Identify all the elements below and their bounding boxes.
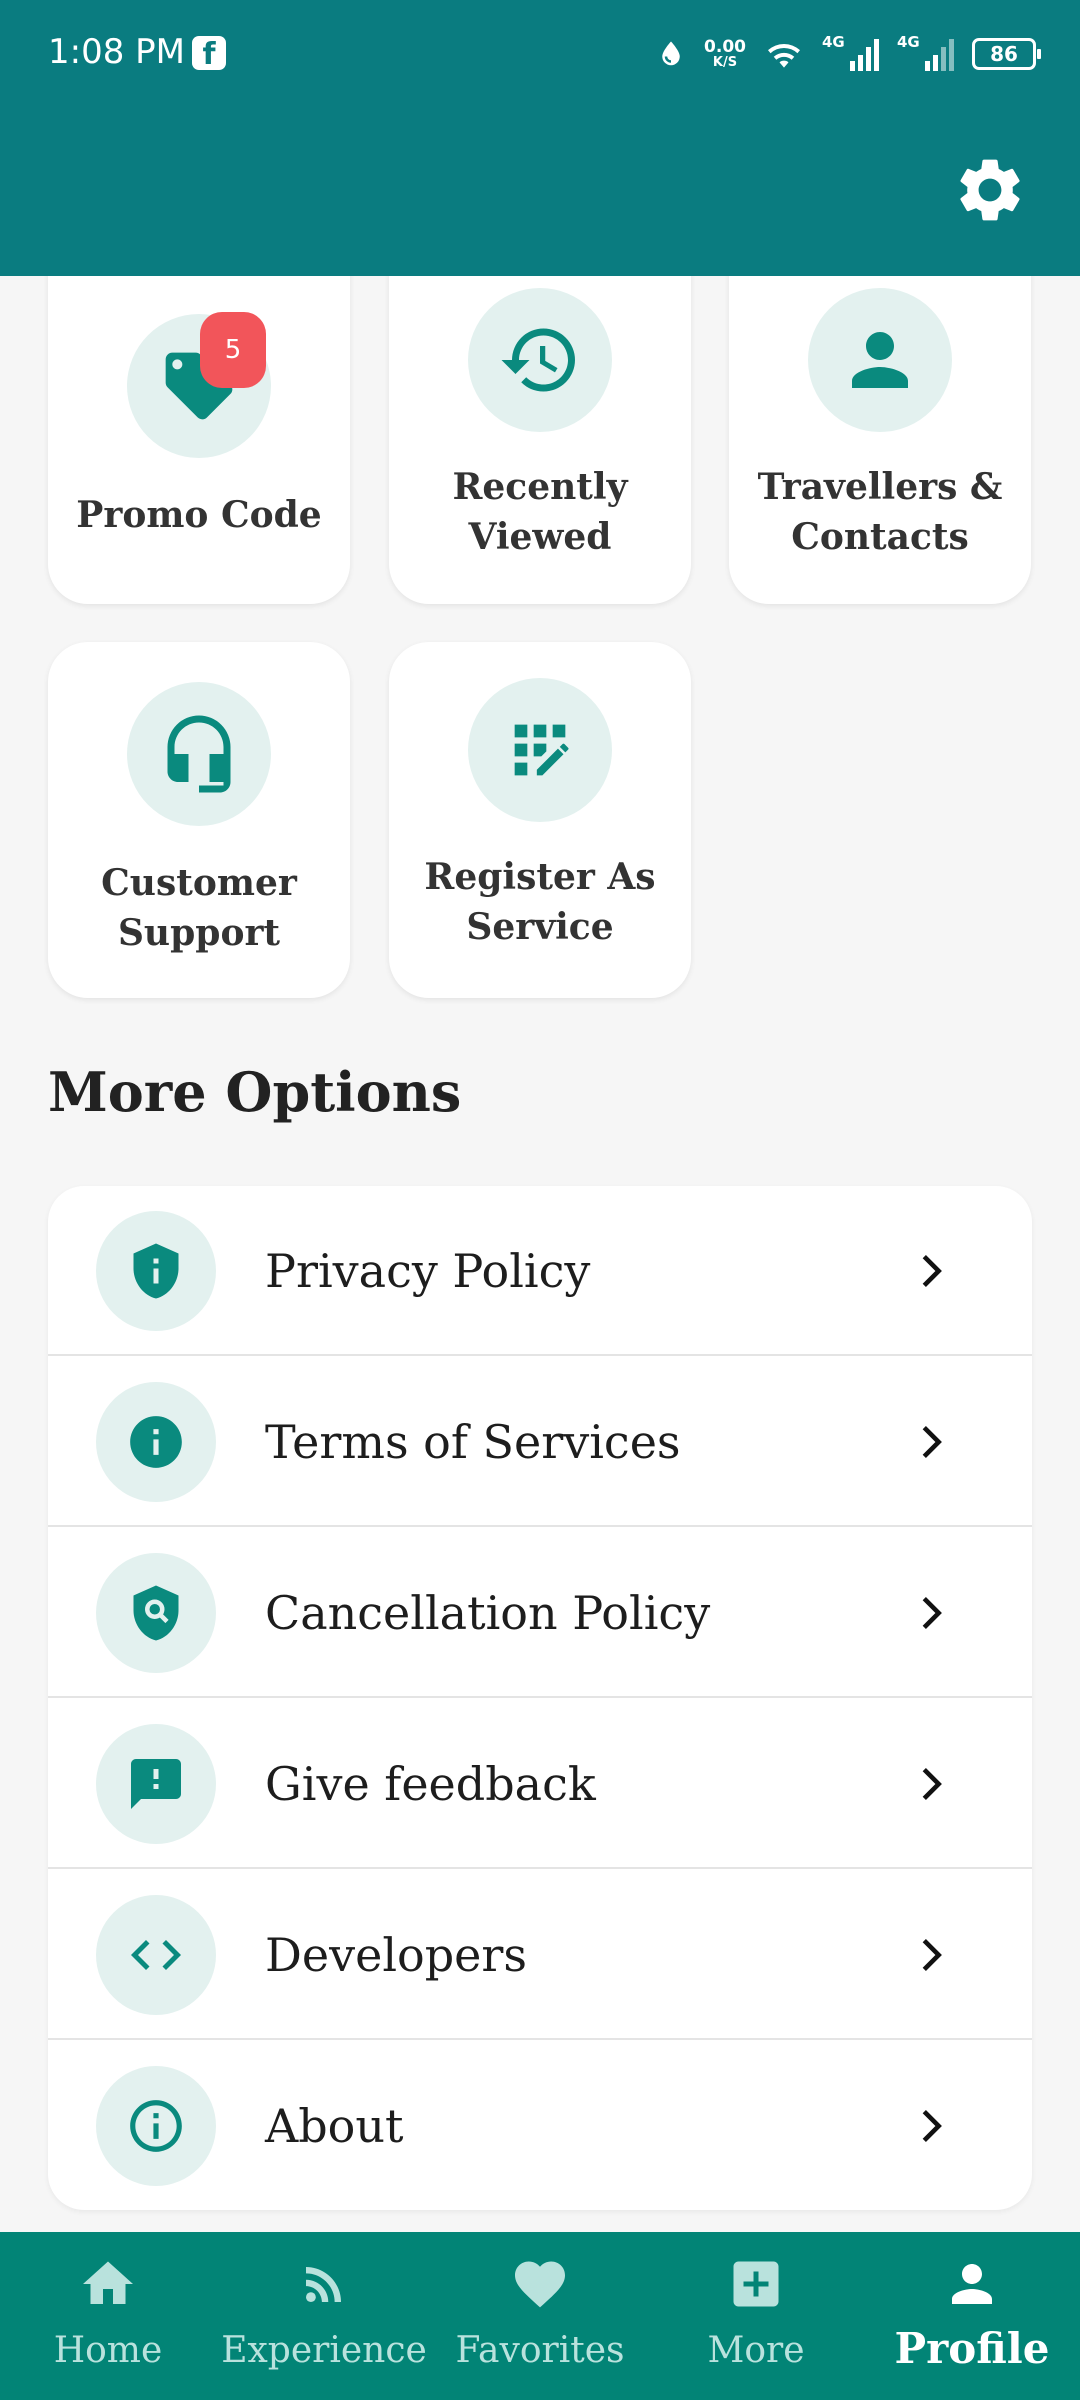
option-label: Terms of Services — [265, 1415, 681, 1469]
nav-favorites[interactable]: Favorites — [432, 2232, 648, 2400]
promo-code-card[interactable]: Promo Code — [48, 230, 350, 604]
travellers-label-line1: Travellers & — [757, 466, 1003, 508]
bottom-navigation: Home Experience Favorites More Profile — [0, 2232, 1080, 2400]
shield-info-icon — [96, 1211, 216, 1331]
nav-label: Home — [53, 2330, 163, 2371]
chevron-right-icon — [922, 1254, 942, 1288]
shield-search-icon — [96, 1553, 216, 1673]
nav-label: Favorites — [455, 2330, 625, 2371]
status-time: 1:08 PM — [48, 32, 185, 72]
status-icons: 0.00 K/S 4G 4G 86 — [656, 30, 1041, 78]
nav-experience[interactable]: Experience — [216, 2232, 432, 2400]
option-label: Developers — [265, 1928, 527, 1982]
register-label-line1: Register As — [424, 856, 656, 898]
travellers-contacts-card[interactable]: Travellers & Contacts — [729, 230, 1031, 604]
nav-profile[interactable]: Profile — [864, 2232, 1080, 2400]
chevron-right-icon — [922, 1767, 942, 1801]
info-filled-icon — [96, 1382, 216, 1502]
info-outline-icon — [96, 2066, 216, 2186]
nav-more[interactable]: More — [648, 2232, 864, 2400]
option-label: Privacy Policy — [265, 1244, 591, 1298]
option-give-feedback[interactable]: Give feedback — [48, 1699, 1032, 1869]
feedback-icon — [96, 1724, 216, 1844]
wifi-icon — [768, 43, 800, 68]
signal-4g-icon: 4G — [897, 33, 954, 71]
register-label-line2: Service — [466, 906, 614, 948]
gear-icon — [960, 159, 1020, 221]
customer-support-card[interactable]: Customer Support — [48, 642, 350, 998]
person-icon — [808, 288, 952, 432]
plus-box-icon — [726, 2254, 786, 2314]
promo-count-badge: 5 — [200, 312, 266, 388]
app-registration-icon — [468, 678, 612, 822]
person-icon — [942, 2254, 1002, 2314]
more-options-title: More Options — [48, 1060, 462, 1124]
signal-4g-icon: 4G — [822, 33, 879, 71]
option-developers[interactable]: Developers — [48, 1870, 1032, 2040]
register-as-service-card[interactable]: Register As Service — [389, 642, 691, 998]
history-icon — [468, 288, 612, 432]
nav-label: Experience — [221, 2330, 427, 2371]
settings-button[interactable] — [952, 152, 1028, 228]
recently-viewed-card[interactable]: Recently Viewed — [389, 230, 691, 604]
chevron-right-icon — [922, 1938, 942, 1972]
nav-label: Profile — [894, 2324, 1050, 2373]
heart-icon — [510, 2254, 570, 2314]
home-icon — [78, 2254, 138, 2314]
option-label: Give feedback — [265, 1757, 596, 1811]
battery-icon: 86 — [972, 38, 1041, 70]
rss-icon — [294, 2254, 354, 2314]
promo-code-label: Promo Code — [76, 494, 322, 536]
option-about[interactable]: About — [48, 2041, 1032, 2210]
data-saver-icon — [662, 41, 680, 66]
option-terms-of-services[interactable]: Terms of Services — [48, 1357, 1032, 1527]
facebook-notification-icon: f — [192, 36, 226, 72]
headset-icon — [127, 682, 271, 826]
travellers-label-line2: Contacts — [791, 516, 969, 558]
nav-home[interactable]: Home — [0, 2232, 216, 2400]
customer-support-label-line1: Customer — [101, 862, 297, 904]
chevron-right-icon — [922, 1425, 942, 1459]
option-label: About — [265, 2099, 404, 2153]
customer-support-label-line2: Support — [117, 912, 281, 954]
code-icon — [96, 1895, 216, 2015]
recently-viewed-label-line2: Viewed — [468, 516, 612, 558]
option-label: Cancellation Policy — [265, 1586, 711, 1640]
chevron-right-icon — [922, 2109, 942, 2143]
option-privacy-policy[interactable]: Privacy Policy — [48, 1186, 1032, 1356]
status-bar: 1:08 PM f 0.00 K/S 4G 4G 86 — [0, 0, 1080, 110]
app-header: 1:08 PM f 0.00 K/S 4G 4G 86 — [0, 0, 1080, 276]
option-cancellation-policy[interactable]: Cancellation Policy — [48, 1528, 1032, 1698]
nav-label: More — [707, 2330, 805, 2371]
recently-viewed-label-line1: Recently — [452, 466, 628, 508]
network-speed: 0.00 K/S — [704, 37, 746, 70]
chevron-right-icon — [922, 1596, 942, 1630]
more-options-list: Privacy Policy Terms of Services Cancell… — [48, 1186, 1032, 2210]
profile-content[interactable]: Promo Code 5 Recently Viewed Travellers … — [0, 0, 1080, 2232]
